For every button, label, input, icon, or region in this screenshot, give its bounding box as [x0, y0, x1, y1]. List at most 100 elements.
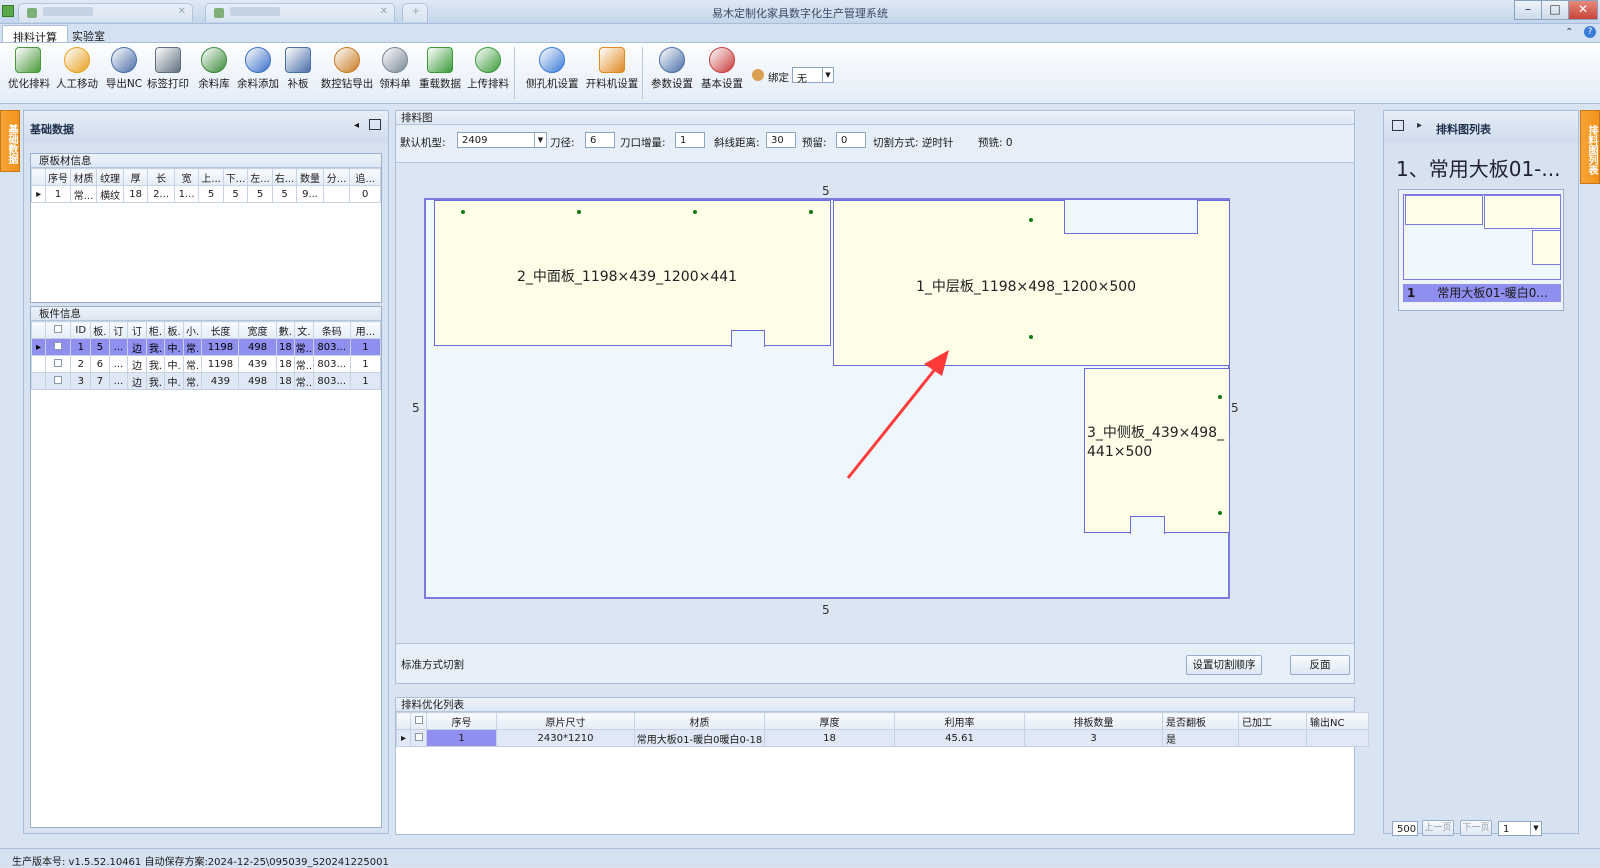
- column-header[interactable]: 厚: [122, 168, 149, 186]
- toolbar-button-8[interactable]: 数控钻导出: [320, 47, 374, 99]
- column-header[interactable]: 长度: [201, 321, 240, 339]
- column-header[interactable]: 追...: [349, 168, 381, 186]
- tab-layout-calc[interactable]: 排料计算: [2, 25, 68, 44]
- diameter-input[interactable]: 6: [585, 132, 615, 148]
- chevron-left-icon[interactable]: ◂: [354, 120, 359, 131]
- column-header[interactable]: 输出NC: [1306, 712, 1369, 730]
- tab-lab[interactable]: 实验室: [62, 25, 115, 43]
- help-icon[interactable]: ?: [1584, 26, 1596, 38]
- toolbar-button-9[interactable]: 领料单: [378, 47, 412, 99]
- maximize-button[interactable]: □: [1541, 0, 1569, 20]
- toolbar-button-13[interactable]: 开料机设置: [585, 47, 639, 99]
- checkbox-header[interactable]: [410, 712, 427, 730]
- column-header[interactable]: 长: [147, 168, 175, 186]
- row-checkbox[interactable]: [54, 375, 63, 384]
- column-header[interactable]: 右...: [271, 168, 298, 186]
- column-header[interactable]: 板.: [90, 321, 110, 339]
- machine-select[interactable]: 2409 ▼: [457, 132, 547, 148]
- column-header[interactable]: 数量: [296, 168, 324, 186]
- toolbar-button-3[interactable]: 导出NC: [104, 47, 144, 99]
- table-row[interactable]: ▸ 1 5... 边我. 中. 常. 1198 498 18 常.. 803... 1: [31, 338, 382, 356]
- toolbar-button-12[interactable]: 侧孔机设置: [526, 47, 579, 99]
- set-cut-order-button[interactable]: 设置切割顺序: [1186, 655, 1262, 675]
- page-size-input[interactable]: 500: [1392, 821, 1418, 836]
- checkbox-cell[interactable]: [44, 338, 72, 356]
- column-header[interactable]: 订: [108, 321, 129, 339]
- layout-canvas[interactable]: 5 5 5 5 2_中面板_1198×439_1200×441 1_中层板_11…: [396, 163, 1354, 643]
- column-header[interactable]: 排板数量: [1024, 712, 1163, 730]
- chevron-down-icon[interactable]: ▼: [1530, 822, 1541, 835]
- column-header[interactable]: 文.: [294, 321, 314, 339]
- column-header[interactable]: 是否翻板: [1162, 712, 1239, 730]
- column-header[interactable]: 下...: [222, 168, 249, 186]
- checkbox-cell[interactable]: [410, 729, 427, 747]
- chevron-down-icon[interactable]: ▼: [822, 68, 833, 82]
- column-header[interactable]: 小.: [182, 321, 203, 339]
- row-checkbox[interactable]: [54, 341, 63, 350]
- column-header[interactable]: 分...: [322, 168, 351, 186]
- column-header[interactable]: 纹理: [96, 168, 124, 186]
- select-all-checkbox[interactable]: [414, 715, 423, 724]
- toolbar-button-11[interactable]: 上传排料: [466, 47, 510, 99]
- optimize-icon: [15, 47, 41, 73]
- column-header[interactable]: 上...: [198, 168, 224, 186]
- column-header[interactable]: 序号: [426, 712, 497, 730]
- side-tab-basic-data[interactable]: 基础数据: [0, 110, 20, 172]
- column-header[interactable]: 材质: [69, 168, 98, 186]
- export-icon[interactable]: [1392, 120, 1404, 131]
- reserve-input[interactable]: 0: [836, 132, 866, 148]
- toolbar-button-14[interactable]: 参数设置: [650, 47, 694, 99]
- column-header[interactable]: 条码: [312, 321, 351, 339]
- close-button[interactable]: ✕: [1568, 0, 1598, 20]
- column-header[interactable]: 用...: [349, 321, 382, 339]
- column-header[interactable]: 板.: [164, 321, 184, 339]
- column-header[interactable]: 序号: [45, 168, 71, 186]
- toolbar-button-4[interactable]: 标签打印: [146, 47, 190, 99]
- toolbar-button-10[interactable]: 重载数据: [418, 47, 462, 99]
- column-header[interactable]: [44, 321, 72, 339]
- column-header[interactable]: 已加工: [1238, 712, 1307, 730]
- column-header[interactable]: 宽度: [238, 321, 277, 339]
- column-header[interactable]: 订: [127, 321, 147, 339]
- table-row[interactable]: ▸ 1 常... 横纹 18 2... 1... 5 5 5 5 9... 0: [30, 185, 381, 203]
- column-header[interactable]: 厚度: [764, 712, 895, 730]
- bind-select[interactable]: 无 ▼: [792, 67, 834, 85]
- minimize-button[interactable]: –: [1514, 0, 1542, 20]
- toolbar-button-5[interactable]: 余料库: [196, 47, 232, 99]
- reverse-side-button[interactable]: 反面: [1290, 655, 1350, 675]
- bevel-input[interactable]: 30: [766, 132, 796, 148]
- column-header[interactable]: ID: [70, 321, 92, 339]
- prev-page-button[interactable]: 上一页: [1422, 820, 1454, 836]
- toolbar-button-6[interactable]: 余料添加: [236, 47, 280, 99]
- checkbox-cell[interactable]: [44, 355, 72, 373]
- collapse-ribbon-icon[interactable]: ⌃: [1565, 27, 1573, 38]
- table-row[interactable]: ▸ 1 2430*1210 常用大板01-暖白0暖白0-18 18 45.61 3 是: [396, 729, 1369, 747]
- row-checkbox[interactable]: [414, 732, 423, 741]
- table-row[interactable]: 2 6... 边我. 中. 常. 1198 439 18 常.. 803... 1: [31, 355, 382, 373]
- layout-thumbnail[interactable]: 1 常用大板01-暖白0...: [1398, 189, 1564, 311]
- toolbar-button-15[interactable]: 基本设置: [700, 47, 744, 99]
- next-page-button[interactable]: 下一页: [1460, 820, 1492, 836]
- chevron-right-icon[interactable]: ▸: [1417, 120, 1422, 131]
- toolbar-button-2[interactable]: 人工移动: [55, 47, 99, 99]
- row-checkbox[interactable]: [54, 358, 63, 367]
- pin-icon[interactable]: [369, 119, 381, 130]
- toolbar-button-7[interactable]: 补板: [285, 47, 311, 99]
- column-header[interactable]: 利用率: [894, 712, 1025, 730]
- column-header[interactable]: 材质: [634, 712, 765, 730]
- column-header[interactable]: 柜.: [145, 321, 166, 339]
- chevron-down-icon[interactable]: ▼: [534, 133, 546, 147]
- checkbox-cell[interactable]: [44, 372, 72, 390]
- select-all-checkbox[interactable]: [54, 324, 63, 333]
- column-header[interactable]: 宽: [173, 168, 200, 186]
- thumbnail-piece: [1405, 195, 1483, 225]
- side-tab-layout-list[interactable]: 排料图列表: [1580, 110, 1600, 184]
- table-row[interactable]: 3 7... 边我. 中. 常. 439 498 18 常.. 803... 1: [31, 372, 382, 390]
- toolbar-button-1[interactable]: 优化排料: [8, 47, 50, 99]
- parts-group: 板件信息 ID 板. 订订柜. 板. 小. 长度 宽度 數. 文. 条码 用... ▸ 1 5... 边我.…: [30, 306, 382, 828]
- column-header[interactable]: 數.: [275, 321, 296, 339]
- kerf-input[interactable]: 1: [675, 132, 705, 148]
- column-header[interactable]: 原片尺寸: [496, 712, 635, 730]
- column-header[interactable]: 左...: [247, 168, 273, 186]
- page-select[interactable]: 1 ▼: [1498, 821, 1542, 836]
